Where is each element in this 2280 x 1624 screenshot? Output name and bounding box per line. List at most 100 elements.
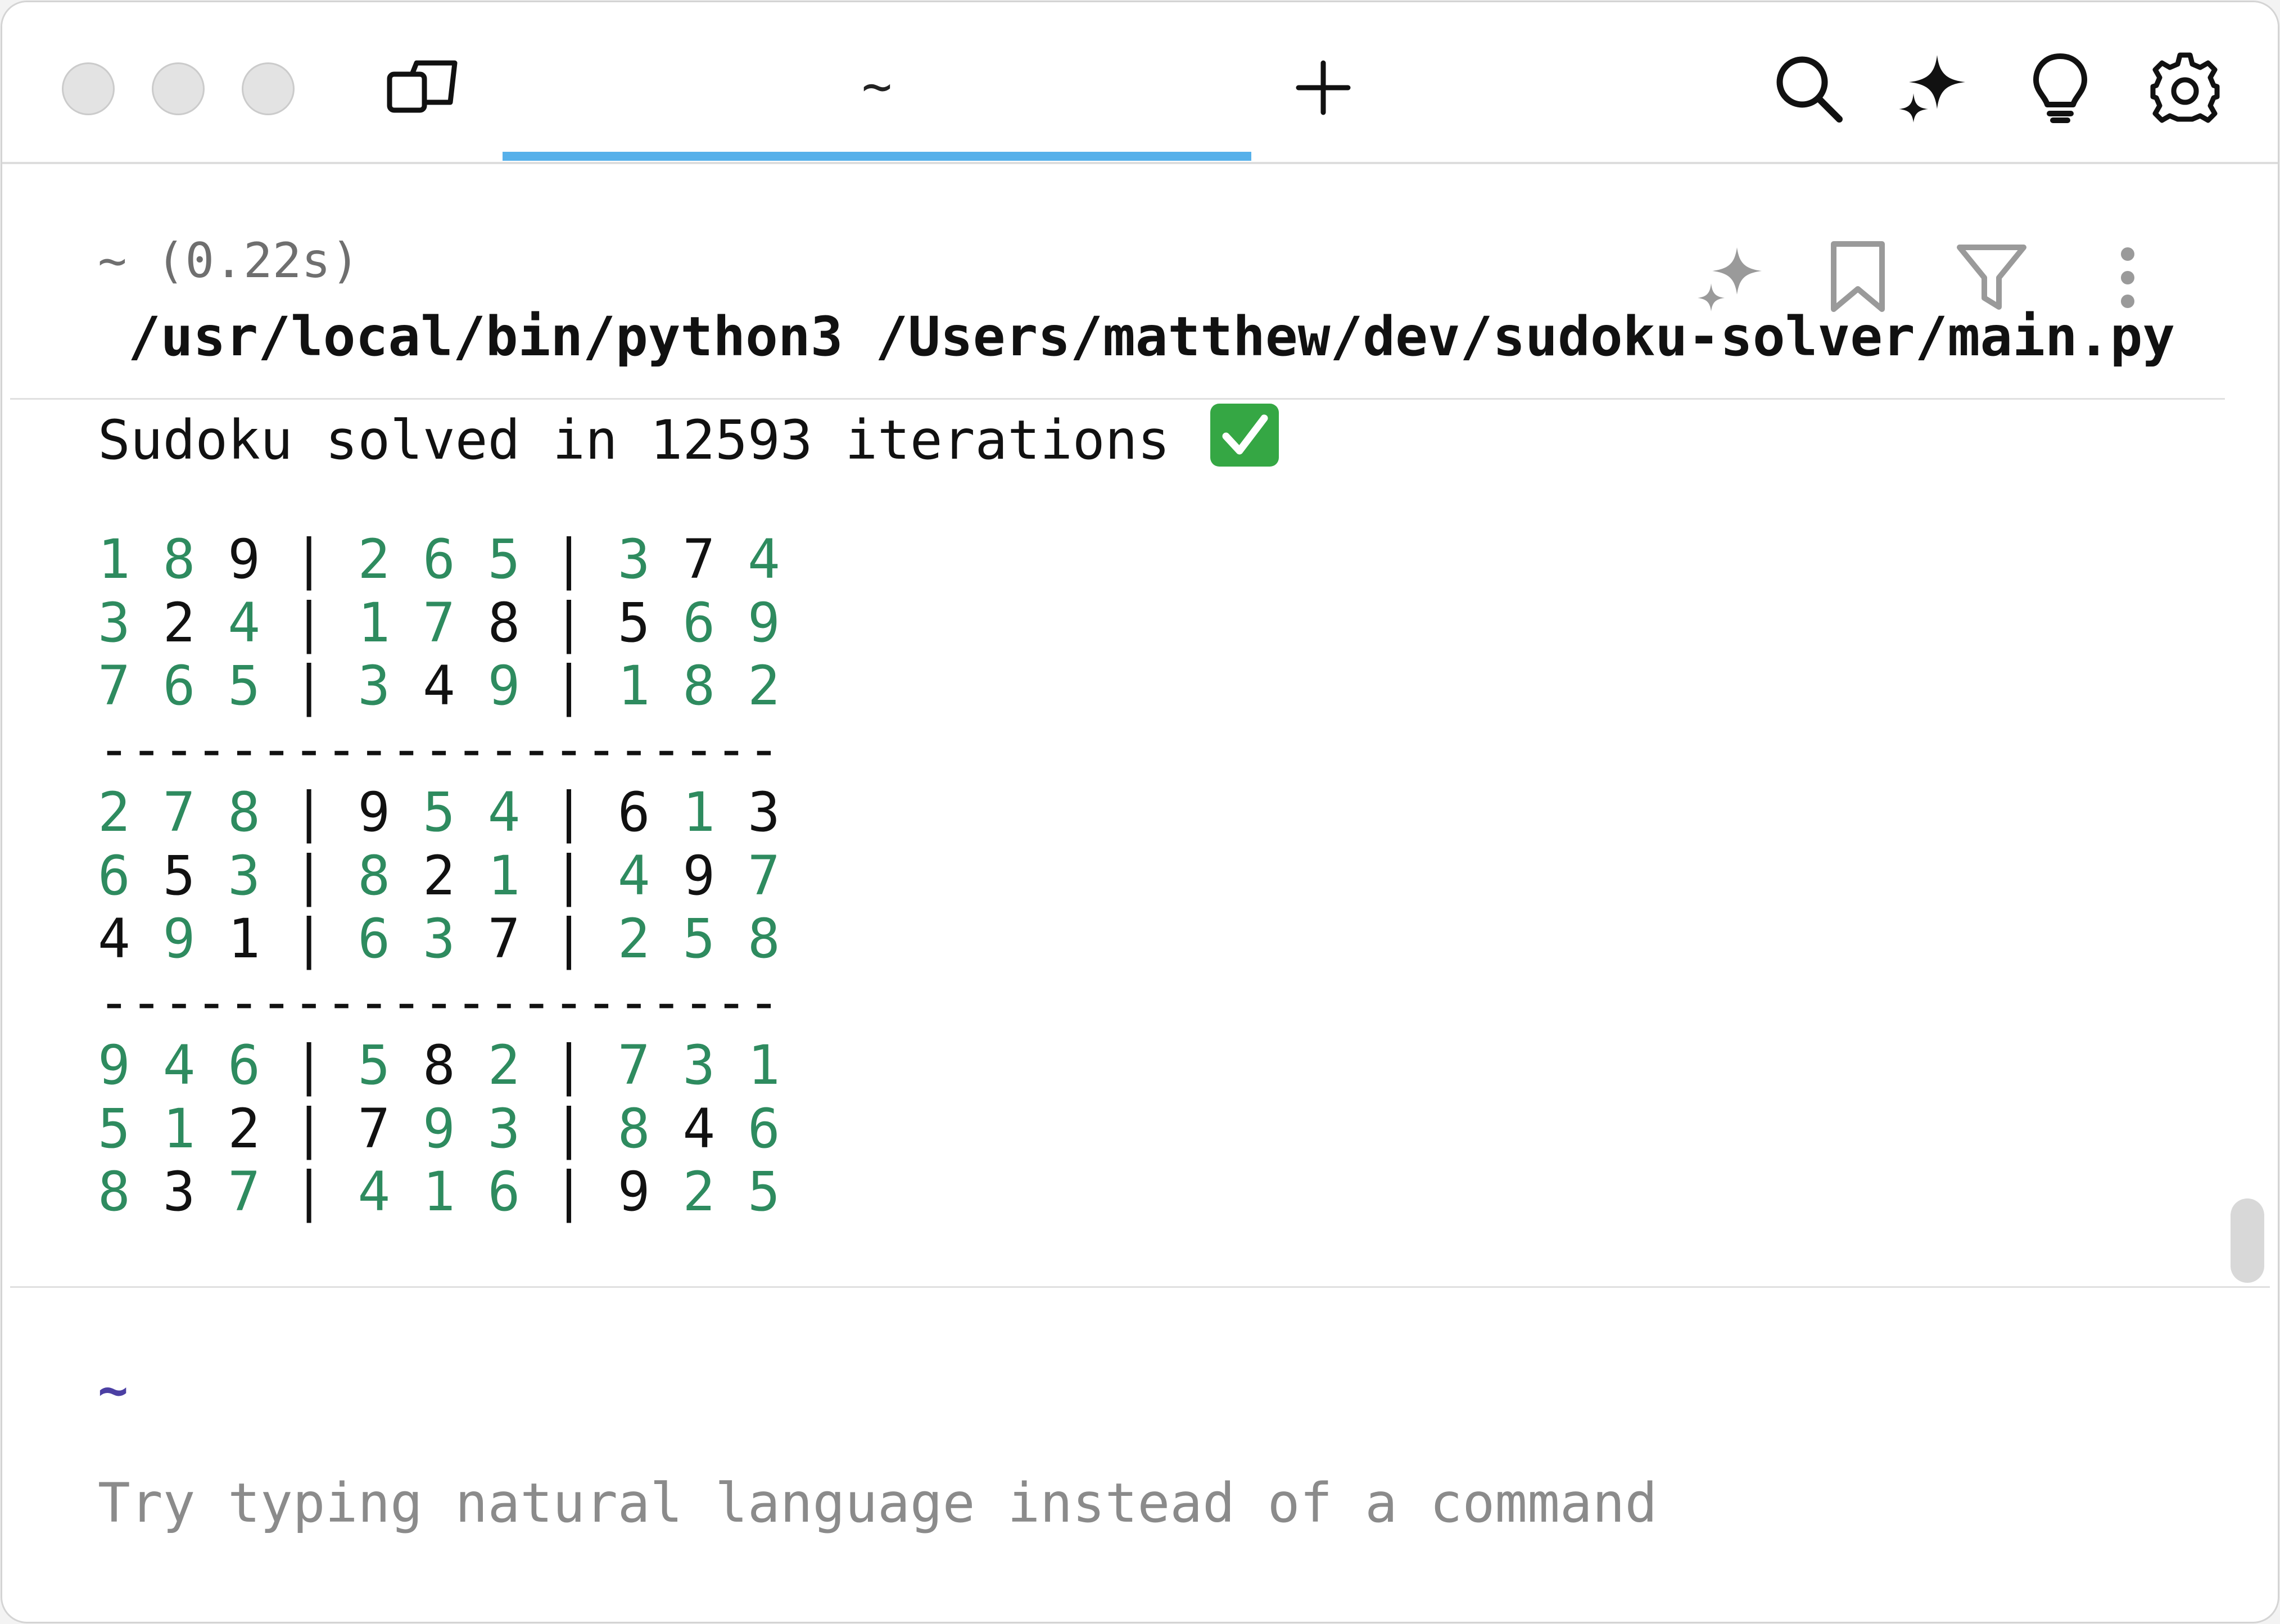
grid-cell: 9 — [617, 1160, 650, 1223]
grid-cell: 3 — [98, 591, 130, 654]
grid-box-divider: | — [292, 1097, 358, 1160]
grid-cell: 2 — [162, 591, 196, 654]
grid-cell: 8 — [747, 907, 780, 970]
grid-cell: 8 — [358, 844, 391, 907]
grid-cell: 9 — [422, 1097, 455, 1160]
grid-cell: 6 — [358, 907, 391, 970]
grid-row: 7 6 5 | 3 4 9 | 1 8 2 — [98, 654, 780, 718]
scrollbar-thumb[interactable] — [2231, 1198, 2264, 1283]
grid-cell: 4 — [358, 1160, 391, 1223]
grid-cell: 5 — [228, 654, 260, 717]
grid-box-divider: | — [553, 654, 618, 717]
grid-cell: 6 — [487, 1160, 521, 1223]
grid-box-divider: | — [553, 907, 618, 970]
grid-cell: 1 — [487, 844, 521, 907]
grid-cell: 1 — [422, 1160, 455, 1223]
grid-cell: 2 — [228, 1097, 260, 1160]
grid-cell: 9 — [682, 844, 716, 907]
grid-cell: 3 — [422, 907, 455, 970]
grid-cell: 3 — [747, 781, 780, 844]
grid-cell: 7 — [422, 591, 455, 654]
grid-cell: 5 — [747, 1160, 780, 1223]
prompt-divider — [10, 1286, 2270, 1288]
grid-row: 4 9 1 | 6 3 7 | 2 5 8 — [98, 907, 780, 971]
grid-cell: 2 — [617, 907, 650, 970]
bookmark-icon[interactable] — [1821, 237, 1894, 316]
grid-cell: 4 — [617, 844, 650, 907]
grid-cell: 5 — [422, 781, 455, 844]
grid-cell: 6 — [228, 1034, 260, 1097]
zoom-window-button[interactable] — [242, 62, 295, 115]
grid-cell: 2 — [487, 1034, 521, 1097]
minimize-window-button[interactable] — [152, 62, 205, 115]
lightbulb-icon[interactable] — [2024, 51, 2097, 124]
grid-box-divider: | — [292, 591, 358, 654]
new-tab-plus-icon[interactable] — [1294, 58, 1352, 117]
tabs-overview-icon[interactable] — [386, 58, 459, 115]
grid-cell: 2 — [422, 844, 455, 907]
ai-sparkle-icon[interactable] — [1692, 237, 1765, 316]
close-window-button[interactable] — [62, 62, 115, 115]
grid-cell: 6 — [162, 654, 196, 717]
grid-cell: 4 — [487, 781, 521, 844]
tab-title: ~ — [861, 57, 893, 116]
grid-box-divider: | — [292, 1034, 358, 1097]
grid-row: 1 8 9 | 2 6 5 | 3 7 4 — [98, 528, 780, 591]
grid-box-divider: | — [553, 1160, 618, 1223]
grid-box-divider: | — [292, 654, 358, 717]
grid-row: 5 1 2 | 7 9 3 | 8 4 6 — [98, 1097, 780, 1161]
grid-cell: 5 — [487, 528, 521, 591]
grid-cell: 2 — [358, 528, 391, 591]
grid-cell: 6 — [422, 528, 455, 591]
grid-box-divider: | — [553, 781, 618, 844]
grid-cell: 7 — [228, 1160, 260, 1223]
output-summary: Sudoku solved in 12593 iterations — [98, 404, 1279, 474]
filter-icon[interactable] — [1955, 237, 2028, 316]
grid-cell: 1 — [98, 528, 130, 591]
tab-home[interactable]: ~ — [503, 25, 1251, 162]
grid-box-divider: | — [292, 1160, 358, 1223]
prompt-directory: ~ — [98, 1361, 129, 1420]
grid-cell: 6 — [617, 781, 650, 844]
grid-cell: 3 — [228, 844, 260, 907]
grid-box-divider: | — [292, 781, 358, 844]
grid-cell: 8 — [422, 1034, 455, 1097]
command-input[interactable]: Try typing natural language instead of a… — [98, 1469, 1657, 1537]
grid-cell: 3 — [487, 1097, 521, 1160]
grid-row: 6 5 3 | 8 2 1 | 4 9 7 — [98, 844, 780, 908]
ai-sparkle-icon[interactable] — [1897, 51, 1970, 124]
grid-cell: 5 — [162, 844, 196, 907]
grid-cell: 4 — [162, 1034, 196, 1097]
check-mark-button-icon — [1210, 404, 1279, 467]
grid-cell: 5 — [358, 1034, 391, 1097]
grid-cell: 1 — [747, 1034, 780, 1097]
grid-cell: 6 — [747, 1097, 780, 1160]
active-tab-indicator — [503, 152, 1251, 161]
grid-cell: 8 — [487, 591, 521, 654]
grid-box-divider: | — [553, 591, 618, 654]
grid-cell: 7 — [358, 1097, 391, 1160]
grid-cell: 9 — [747, 591, 780, 654]
grid-cell: 7 — [162, 781, 196, 844]
terminal-window: ~ ~ (0.22s) /usr/local/bin/python3 /User… — [2, 2, 2278, 1622]
grid-cell: 8 — [682, 654, 716, 717]
grid-cell: 7 — [617, 1034, 650, 1097]
grid-separator: --------------------- — [98, 970, 780, 1034]
grid-row: 3 2 4 | 1 7 8 | 5 6 9 — [98, 591, 780, 655]
grid-cell: 1 — [358, 591, 391, 654]
grid-cell: 8 — [162, 528, 196, 591]
more-vertical-icon[interactable] — [2091, 237, 2164, 316]
grid-cell: 2 — [682, 1160, 716, 1223]
gear-icon[interactable] — [2148, 51, 2222, 124]
grid-cell: 3 — [617, 528, 650, 591]
grid-box-divider: | — [292, 844, 358, 907]
grid-cell: 9 — [358, 781, 391, 844]
grid-cell: 5 — [617, 591, 650, 654]
grid-cell: 4 — [228, 591, 260, 654]
grid-cell: 3 — [682, 1034, 716, 1097]
grid-cell: 8 — [228, 781, 260, 844]
grid-box-divider: | — [553, 1097, 618, 1160]
grid-box-divider: | — [292, 528, 358, 591]
search-icon[interactable] — [1771, 51, 1844, 124]
grid-cell: 2 — [747, 654, 780, 717]
